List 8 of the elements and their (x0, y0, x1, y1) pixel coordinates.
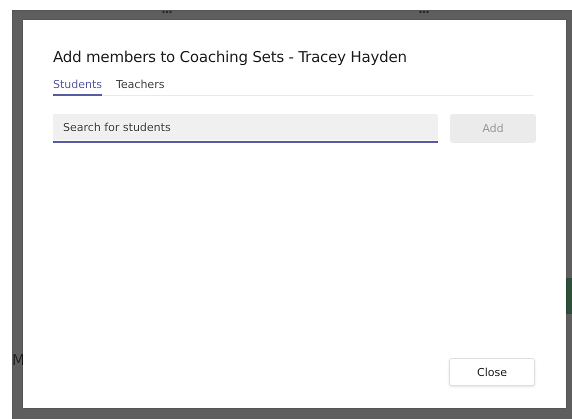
background-panel (566, 278, 572, 314)
close-button[interactable]: Close (449, 358, 535, 386)
more-icon[interactable] (419, 10, 429, 14)
tab[interactable]: Teachers (116, 78, 164, 96)
dialog-title: Add members to Coaching Sets - Tracey Hayden (53, 47, 408, 67)
more-icon[interactable] (162, 10, 172, 14)
tab[interactable]: Students (53, 78, 102, 96)
search-field[interactable]: Search for students (53, 114, 438, 143)
